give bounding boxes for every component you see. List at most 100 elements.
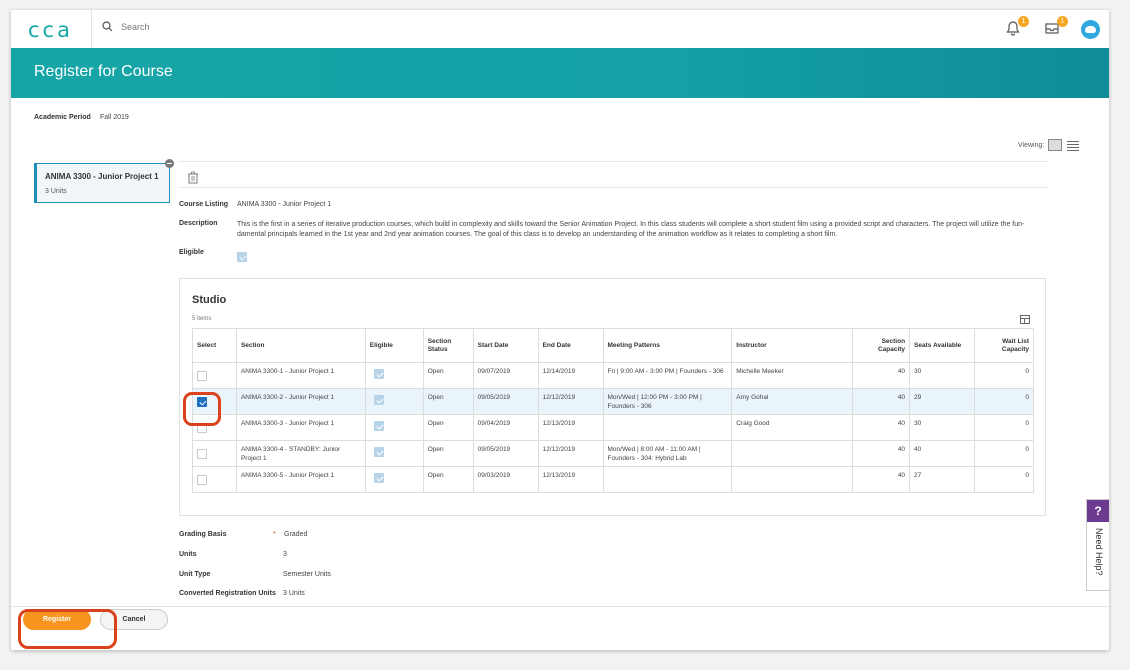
col-seats-available[interactable]: Seats Available (909, 328, 975, 363)
page-title: Register for Course (34, 63, 173, 80)
table-settings-icon[interactable] (1020, 315, 1030, 324)
cell-section: ANIMA 3300-5 - Junior Project 1 (235, 466, 366, 493)
cell-start: 09/05/2019 (472, 388, 539, 415)
grading-basis-value: Graded (284, 531, 308, 538)
cell-start: 09/07/2019 (472, 362, 539, 389)
table-header-row: Select Section Eligible Section Status S… (192, 328, 1035, 363)
detail-view-button[interactable] (1048, 139, 1063, 151)
search-box[interactable]: Search (102, 21, 150, 32)
cell-status: Open (422, 440, 474, 467)
studio-section: Studio 5 items Select Section Eligible S… (179, 278, 1046, 516)
table-row[interactable]: ANIMA 3300-1 - Junior Project 1 Open 09/… (192, 362, 1035, 389)
cell-capacity: 40 (852, 362, 911, 389)
cell-waitlist: 0 (973, 414, 1035, 441)
cell-section: ANIMA 3300-1 - Junior Project 1 (235, 362, 366, 389)
notification-badge: 1 (1018, 16, 1029, 27)
cell-capacity: 40 (852, 414, 911, 441)
logo[interactable]: cca (28, 18, 73, 42)
cell-seats: 30 (909, 414, 975, 441)
unit-type-value: Semester Units (283, 571, 331, 578)
inbox-badge: 1 (1057, 16, 1068, 27)
description-label: Description (179, 220, 218, 227)
cell-meeting: Mon/Wed | 12:00 PM - 3:00 PM | Founders … (602, 388, 733, 415)
grading-basis-label: Grading Basis (179, 531, 227, 538)
col-start-date[interactable]: Start Date (472, 328, 539, 363)
select-checkbox[interactable] (197, 475, 207, 485)
cell-meeting: Mon/Wed | 8:00 AM - 11:00 AM | Founders … (602, 440, 733, 467)
col-end-date[interactable]: End Date (537, 328, 604, 363)
cell-start: 09/05/2019 (472, 440, 539, 467)
col-meeting-patterns[interactable]: Meeting Patterns (602, 328, 733, 363)
col-section-status[interactable]: Section Status (422, 328, 474, 363)
cell-seats: 40 (909, 440, 975, 467)
cell-capacity: 40 (852, 388, 911, 415)
course-card[interactable]: ANIMA 3300 - Junior Project 1 3 Units (34, 159, 174, 203)
notifications-button[interactable]: 1 (1005, 16, 1029, 38)
cell-seats: 30 (909, 362, 975, 389)
divider (91, 10, 92, 48)
cell-end: 12/12/2019 (537, 440, 604, 467)
eligible-checkbox (373, 447, 384, 457)
search-placeholder[interactable]: Search (121, 22, 150, 32)
cell-waitlist: 0 (973, 362, 1035, 389)
viewing-label: Viewing: (1018, 141, 1045, 149)
inbox-button[interactable]: 1 (1044, 16, 1068, 38)
cell-instructor: Amy Gohal (731, 388, 854, 415)
col-eligible[interactable]: Eligible (364, 328, 424, 363)
cell-meeting: Fri | 9:00 AM - 3:00 PM | Founders - 306 (602, 362, 733, 389)
cell-end: 12/12/2019 (537, 388, 604, 415)
unit-type-label: Unit Type (179, 571, 211, 578)
divider (179, 161, 1047, 162)
course-card-title: ANIMA 3300 - Junior Project 1 (45, 172, 159, 181)
cell-status: Open (422, 362, 474, 389)
cell-capacity: 40 (852, 466, 911, 493)
eligible-label: Eligible (179, 249, 204, 256)
converted-units-value: 3 Units (283, 590, 305, 597)
remove-icon[interactable] (165, 159, 174, 168)
eligible-checkbox (373, 369, 384, 379)
avatar[interactable] (1081, 20, 1100, 39)
cell-end: 12/13/2019 (537, 414, 604, 441)
cell-capacity: 40 (852, 440, 911, 467)
search-icon (102, 21, 113, 32)
cell-meeting (602, 414, 733, 441)
col-wait-list-capacity[interactable]: Wait List Capacity (973, 328, 1035, 363)
cell-waitlist: 0 (973, 388, 1035, 415)
cell-section: ANIMA 3300-3 - Junior Project 1 (235, 414, 366, 441)
cell-seats: 27 (909, 466, 975, 493)
col-select[interactable]: Select (192, 328, 237, 363)
cell-start: 09/04/2019 (472, 414, 539, 441)
academic-period-value: Fall 2019 (100, 114, 129, 121)
viewing-toggle: Viewing: (1018, 139, 1080, 151)
table-row[interactable]: ANIMA 3300-4 - STANDBY: Junior Project 1… (192, 440, 1035, 467)
academic-period-label: Academic Period (34, 114, 91, 121)
table-row[interactable]: ANIMA 3300-5 - Junior Project 1 Open 09/… (192, 466, 1035, 493)
app-window: cca Search 1 1 Register for Course Acade… (11, 10, 1109, 650)
divider (179, 187, 1047, 188)
cell-status: Open (422, 414, 474, 441)
select-checkbox[interactable] (197, 371, 207, 381)
eligible-checkbox (373, 395, 384, 405)
trash-icon[interactable] (187, 171, 199, 184)
need-help-tab[interactable]: ? Need Help? (1086, 499, 1109, 591)
col-instructor[interactable]: Instructor (731, 328, 854, 363)
course-listing-label: Course Listing (179, 201, 229, 208)
cell-instructor (731, 466, 854, 493)
cell-start: 09/03/2019 (472, 466, 539, 493)
select-checkbox[interactable] (197, 449, 207, 459)
col-section[interactable]: Section (235, 328, 366, 363)
eligible-checkbox (373, 473, 384, 483)
highlight-ring (18, 609, 117, 649)
cell-end: 12/14/2019 (537, 362, 604, 389)
units-value: 3 (283, 551, 287, 558)
col-section-capacity[interactable]: Section Capacity (852, 328, 911, 363)
table-row[interactable]: ANIMA 3300-2 - Junior Project 1 Open 09/… (192, 388, 1035, 415)
course-listing-value: ANIMA 3300 - Junior Project 1 (237, 201, 332, 208)
table-row[interactable]: ANIMA 3300-3 - Junior Project 1 Open 09/… (192, 414, 1035, 441)
cell-waitlist: 0 (973, 440, 1035, 467)
studio-title: Studio (192, 294, 227, 306)
cell-seats: 29 (909, 388, 975, 415)
list-view-button[interactable] (1066, 139, 1080, 151)
cell-instructor (731, 440, 854, 467)
required-marker: * (273, 531, 276, 538)
